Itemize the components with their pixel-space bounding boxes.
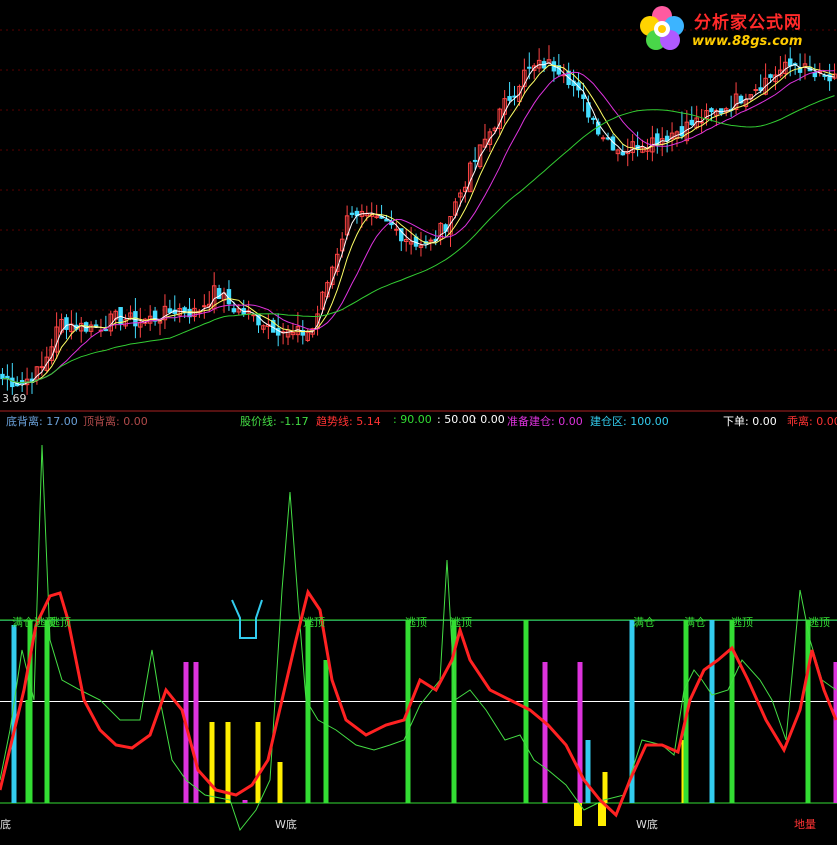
header-value: -1.17 [280, 415, 309, 428]
signal-bar [225, 722, 231, 803]
candle-body [472, 159, 478, 162]
header-value: 17.00 [46, 415, 78, 428]
header-value: 0.00 [558, 415, 583, 428]
signal-label: 逃顶 [450, 616, 472, 629]
candle-body [64, 317, 69, 330]
candle-body [231, 308, 237, 313]
header-label: 顶背离: [83, 415, 120, 428]
bottom-signal-label: W底 [275, 818, 297, 831]
candle-body [118, 307, 123, 325]
candlestick-series [0, 45, 837, 395]
candle-body [600, 137, 606, 140]
candle-body [394, 228, 399, 231]
candle-body [699, 121, 704, 124]
candle-body [591, 117, 596, 120]
signal-bar [523, 620, 529, 803]
header-value: 100.00 [630, 415, 669, 428]
signal-bar [323, 660, 329, 803]
candle-body [527, 66, 532, 69]
signal-bar [577, 662, 583, 803]
signal-bar [193, 662, 199, 803]
signal-bar [542, 662, 548, 803]
header-item: 股价线: -1.17 [240, 413, 309, 429]
candle-body [709, 108, 714, 113]
header-label: 趋势线: [316, 415, 353, 428]
header-label: 底背离: [6, 415, 43, 428]
header-label: 建仓区: [590, 415, 627, 428]
header-item: 顶背离: 0.00 [83, 413, 148, 429]
signal-label: 满仓 [633, 616, 655, 629]
candle-body [349, 212, 355, 215]
signal-bar [585, 740, 591, 803]
header-value: 0.00 [480, 413, 505, 426]
signal-bar [242, 800, 248, 803]
candle-body [812, 71, 818, 78]
flower-logo-icon [640, 6, 684, 50]
candle-body [103, 329, 109, 332]
header-item: : 90.00 [393, 413, 432, 426]
header-item: 建仓区: 100.00 [590, 413, 669, 429]
header-value: 5.14 [356, 415, 381, 428]
candle-body [788, 58, 793, 67]
candle-body [39, 366, 45, 369]
header-value: 0.00 [123, 415, 148, 428]
header-label: 股价线: [240, 415, 277, 428]
candle-body [620, 151, 626, 156]
signal-label: 逃顶 [808, 616, 830, 629]
signal-bar [255, 722, 261, 803]
price-low-label: 3.69 [2, 392, 27, 405]
watermark: 分析家公式网 www.88gs.com [634, 2, 837, 54]
candle-body [202, 305, 207, 308]
header-item: : 50.00 [437, 413, 476, 426]
signal-bar [277, 762, 283, 803]
header-item: 底背离: 17.00 [6, 413, 78, 429]
signal-label: 逃顶 [731, 616, 753, 629]
header-item: : 0.00 [473, 413, 505, 426]
candle-body [167, 308, 173, 313]
candle-body [689, 119, 694, 126]
header-label: 准备建仓: [507, 415, 555, 428]
candle-body [507, 96, 512, 101]
candle-body [428, 239, 434, 242]
bottom-signal-label: 底 [0, 818, 11, 831]
signal-bar [833, 662, 837, 803]
signal-bar [209, 722, 215, 803]
header-value: 0.00 [752, 415, 777, 428]
signal-bar [574, 803, 582, 826]
bottom-signal-label: W底 [636, 818, 658, 831]
bottom-signal-label: 地量 [794, 818, 816, 831]
signal-bar [709, 620, 715, 803]
signal-label: 逃顶 [405, 616, 427, 629]
signal-label: 逃顶 [49, 616, 71, 629]
price-pane-grid [0, 29, 837, 351]
header-item: 趋势线: 5.14 [316, 413, 381, 429]
candle-body [0, 373, 5, 380]
buy-zone-marker [231, 599, 263, 639]
signal-label: 逃顶 [303, 616, 325, 629]
header-item: 下单: 0.00 [723, 413, 777, 429]
header-value: 50.00 [444, 413, 476, 426]
indicator-signal-bars [11, 620, 837, 826]
ma-line-mid [2, 64, 835, 384]
candle-body [719, 108, 724, 114]
signal-bar [305, 620, 311, 803]
signal-bar [44, 620, 50, 803]
signal-label: 满仓 [684, 616, 706, 629]
ma-line-long [2, 70, 835, 384]
header-item: 乖离: 0.00 [787, 413, 837, 429]
candle-body [251, 314, 256, 317]
signal-bar [602, 772, 608, 803]
candle-body [581, 94, 586, 100]
header-value: 0.00 [816, 415, 837, 428]
signal-bar [805, 620, 811, 803]
signal-bar [25, 700, 31, 803]
watermark-title: 分析家公式网 [694, 13, 802, 33]
header-label: 乖离: [787, 415, 813, 428]
header-value: 90.00 [400, 413, 432, 426]
header-item: 准备建仓: 0.00 [507, 413, 583, 429]
candle-body [753, 88, 758, 91]
header-label: 下单: [723, 415, 749, 428]
candle-body [768, 74, 773, 78]
watermark-url: www.88gs.com [692, 34, 803, 49]
